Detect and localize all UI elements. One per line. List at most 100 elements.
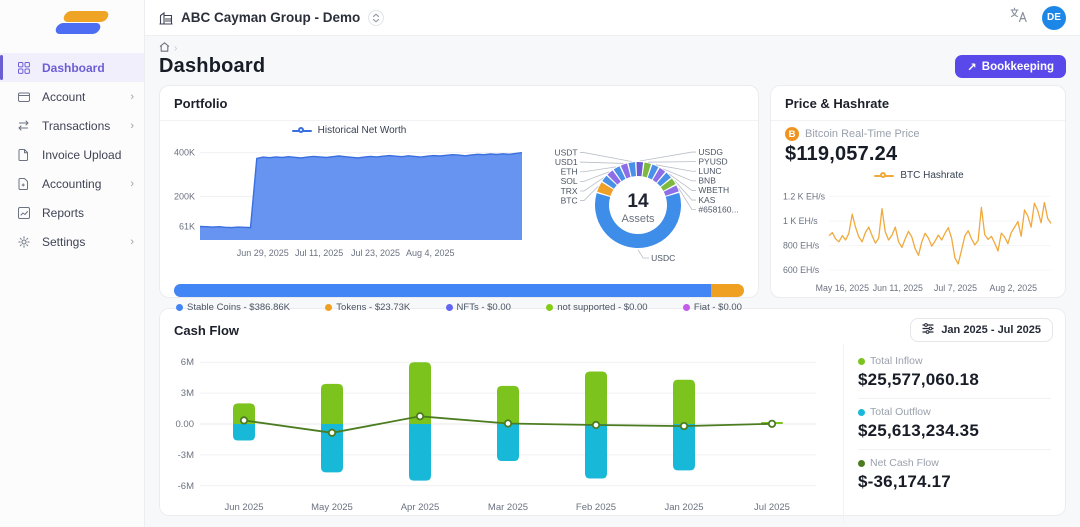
svg-text:WBETH: WBETH: [698, 185, 729, 195]
document-icon: [17, 148, 30, 161]
chevron-right-icon: ›: [130, 178, 134, 190]
svg-text:Jul 11, 2025: Jul 11, 2025: [295, 248, 343, 258]
svg-text:Jun 2025: Jun 2025: [224, 502, 263, 513]
total-outflow-label: Total Outflow: [870, 406, 931, 418]
svg-text:600 EH/s: 600 EH/s: [783, 265, 820, 275]
svg-text:USD1: USD1: [555, 157, 578, 167]
price-card-title: Price & Hashrate: [785, 96, 889, 111]
svg-text:KAS: KAS: [698, 195, 715, 205]
bitcoin-price-value: $119,057.24: [785, 143, 1051, 166]
svg-text:Jun 29, 2025: Jun 29, 2025: [237, 248, 289, 258]
home-icon[interactable]: [159, 42, 170, 55]
translate-icon[interactable]: [1010, 7, 1028, 28]
svg-text:May 2025: May 2025: [311, 502, 353, 513]
svg-text:BTC: BTC: [561, 195, 578, 205]
sidebar-item-invoice-upload[interactable]: Invoice Upload ›: [0, 140, 144, 169]
sidebar-item-label: Invoice Upload: [42, 148, 121, 162]
hashrate-line-chart[interactable]: 1.2 K EH/s1 K EH/s800 EH/s600 EH/sMay 16…: [781, 183, 1057, 301]
svg-text:USDT: USDT: [554, 147, 577, 157]
sidebar-item-dashboard[interactable]: Dashboard ›: [0, 53, 144, 82]
svg-text:Jan 2025: Jan 2025: [664, 502, 703, 513]
sliders-filter-icon: [922, 323, 934, 337]
svg-text:Aug 4, 2025: Aug 4, 2025: [406, 248, 455, 258]
svg-text:Jul 2025: Jul 2025: [754, 502, 790, 513]
sidebar-item-label: Reports: [42, 206, 84, 220]
chevron-right-icon: ›: [130, 236, 134, 248]
total-inflow-value: $25,577,060.18: [858, 370, 1051, 390]
cashflow-date-filter-button[interactable]: Jan 2025 - Jul 2025: [910, 318, 1053, 342]
svg-text:-6M: -6M: [178, 481, 194, 492]
networth-legend-marker: [292, 130, 312, 132]
sidebar-item-settings[interactable]: Settings ›: [0, 227, 144, 256]
svg-text:-3M: -3M: [178, 450, 194, 461]
svg-text:SOL: SOL: [561, 176, 578, 186]
org-selector[interactable]: ABC Cayman Group - Demo: [159, 10, 384, 26]
sidebar-item-transactions[interactable]: Transactions ›: [0, 111, 144, 140]
svg-text:Feb 2025: Feb 2025: [576, 502, 616, 513]
sidebar-nav: Dashboard › Account › Transactions › Inv…: [0, 53, 144, 256]
sidebar-item-label: Transactions: [42, 119, 110, 133]
net-cashflow-stat: Net Cash Flow $-36,174.17: [858, 449, 1051, 500]
svg-text:USDC: USDC: [651, 253, 675, 263]
svg-text:200K: 200K: [174, 191, 195, 201]
report-icon: [17, 206, 30, 219]
breadcrumb-separator: ›: [174, 43, 177, 54]
allocation-bar[interactable]: [174, 284, 744, 297]
cashflow-bar-chart[interactable]: 6M3M0.00-3M-6MJun 2025May 2025Apr 2025Ma…: [166, 344, 826, 516]
gear-icon: [17, 235, 30, 248]
org-select-caret-icon[interactable]: [368, 10, 384, 26]
sidebar-item-account[interactable]: Account ›: [0, 82, 144, 111]
cashflow-stats-panel: Total Inflow $25,577,060.18 Total Outflo…: [843, 344, 1065, 523]
hashrate-legend[interactable]: BTC Hashrate: [781, 168, 1057, 183]
sidebar-item-accounting[interactable]: Accounting ›: [0, 169, 144, 198]
svg-text:0.00: 0.00: [176, 419, 195, 430]
networth-area-chart[interactable]: 400K200K61KJun 29, 2025Jul 11, 2025Jul 2…: [168, 138, 530, 264]
transfer-arrows-icon: [17, 119, 30, 132]
organization-icon: [159, 11, 173, 25]
hashrate-legend-label: BTC Hashrate: [900, 170, 963, 181]
document-plus-icon: [17, 177, 30, 190]
hashrate-legend-marker: [874, 175, 894, 177]
cashflow-date-range: Jan 2025 - Jul 2025: [941, 324, 1041, 336]
svg-text:#658160...: #658160...: [698, 204, 738, 214]
svg-text:3M: 3M: [181, 388, 194, 399]
sidebar-item-label: Settings: [42, 235, 85, 249]
svg-text:TRX: TRX: [561, 186, 578, 196]
sidebar: Dashboard › Account › Transactions › Inv…: [0, 0, 145, 527]
svg-text:Jun 11, 2025: Jun 11, 2025: [873, 283, 923, 293]
page-title: Dashboard: [159, 55, 265, 78]
breadcrumb: ›: [159, 42, 1066, 54]
svg-text:6M: 6M: [181, 357, 194, 368]
svg-text:Jul 7, 2025: Jul 7, 2025: [934, 283, 977, 293]
bookkeeping-button[interactable]: ↗ Bookkeeping: [955, 55, 1066, 78]
external-arrow-icon: ↗: [967, 60, 977, 74]
assets-donut-chart[interactable]: USDCUSDTUSD1ETHSOLTRXBTCUSDGPYUSDLUNCBNB…: [532, 123, 748, 281]
networth-chart-area: Historical Net Worth 400K200K61KJun 29, …: [168, 123, 530, 281]
inflow-dot-icon: [858, 358, 865, 365]
svg-text:14: 14: [627, 191, 649, 212]
allocation-segment-tokens[interactable]: [711, 284, 744, 297]
svg-text:Assets: Assets: [621, 213, 655, 225]
logo-orange-bar: [62, 11, 110, 22]
allocation-segment-stable-coins[interactable]: [174, 284, 711, 297]
bitcoin-price-label: Bitcoin Real-Time Price: [805, 128, 920, 140]
svg-text:61K: 61K: [179, 222, 195, 232]
wallet-icon: [17, 90, 30, 103]
svg-text:1 K EH/s: 1 K EH/s: [783, 216, 818, 226]
app-logo: [56, 11, 112, 37]
topbar: ABC Cayman Group - Demo DE: [145, 0, 1080, 36]
user-avatar[interactable]: DE: [1042, 6, 1066, 30]
svg-text:PYUSD: PYUSD: [698, 156, 727, 166]
svg-text:USDG: USDG: [698, 147, 723, 157]
total-inflow-stat: Total Inflow $25,577,060.18: [858, 348, 1051, 398]
networth-legend-label: Historical Net Worth: [318, 125, 407, 136]
sidebar-item-reports[interactable]: Reports ›: [0, 198, 144, 227]
chevron-right-icon: ›: [130, 91, 134, 103]
svg-text:Jul 23, 2025: Jul 23, 2025: [351, 248, 400, 258]
dashboard-grid-icon: [17, 61, 30, 74]
sidebar-item-label: Account: [42, 90, 85, 104]
networth-legend[interactable]: Historical Net Worth: [168, 123, 530, 138]
svg-text:Mar 2025: Mar 2025: [488, 502, 528, 513]
sidebar-item-label: Dashboard: [42, 61, 105, 75]
outflow-dot-icon: [858, 409, 865, 416]
